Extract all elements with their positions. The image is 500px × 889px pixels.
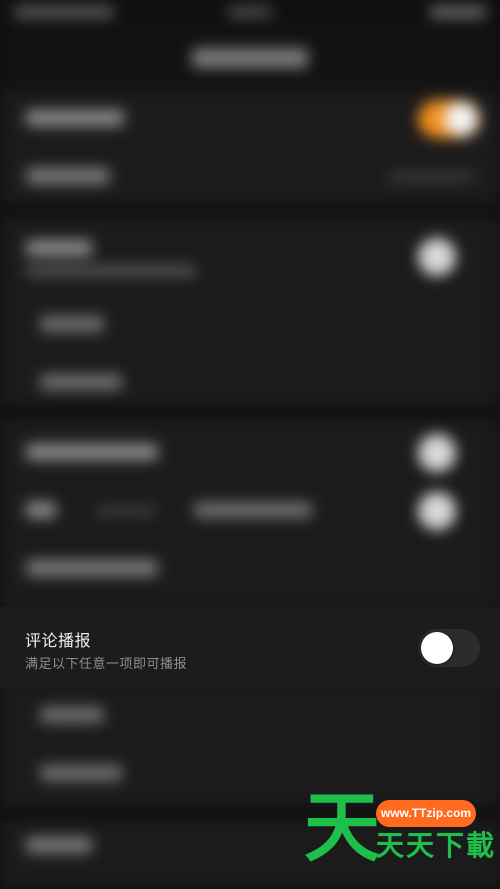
toggle[interactable] [418,434,456,472]
toggle[interactable] [418,238,456,276]
comment-broadcast-row[interactable]: 评论播报 满足以下任意一项即可播报 [0,607,500,689]
toggle-on[interactable] [418,100,480,138]
status-bar-time [228,6,272,18]
setting-label [194,502,312,518]
setting-label [26,240,92,256]
comment-broadcast-title: 评论播报 [25,633,92,650]
settings-group-2 [0,216,500,406]
status-bar [0,0,500,28]
comment-broadcast-toggle[interactable] [418,629,480,667]
toggle[interactable] [418,492,456,530]
setting-option [40,374,122,390]
toggle-knob [444,102,478,136]
setting-label [26,502,56,518]
status-bar-left [14,6,114,18]
setting-label [26,837,92,853]
toggle-knob [421,632,453,664]
status-bar-right [430,6,486,18]
setting-option [40,707,104,723]
group-separator [0,406,500,418]
page-title [192,48,308,68]
blurred-settings-background [0,0,500,889]
setting-sublabel [96,506,156,516]
comment-broadcast-subtitle: 满足以下任意一项即可播报 [25,656,188,671]
setting-label [26,110,124,126]
setting-sublabel [26,266,196,276]
setting-value [388,172,474,182]
watermark-url-badge: www.TTzip.com [376,800,476,827]
watermark-logo: 天 [304,783,380,872]
settings-group-4 [0,689,500,807]
setting-label [26,168,110,184]
setting-label [26,560,158,576]
settings-group-1 [0,92,500,204]
setting-option [40,765,122,781]
settings-group-3 [0,418,500,604]
nav-bar [0,28,500,90]
group-separator [0,204,500,216]
setting-option [40,316,104,332]
setting-label [26,444,158,460]
watermark-text: 天天下載 [376,830,497,861]
